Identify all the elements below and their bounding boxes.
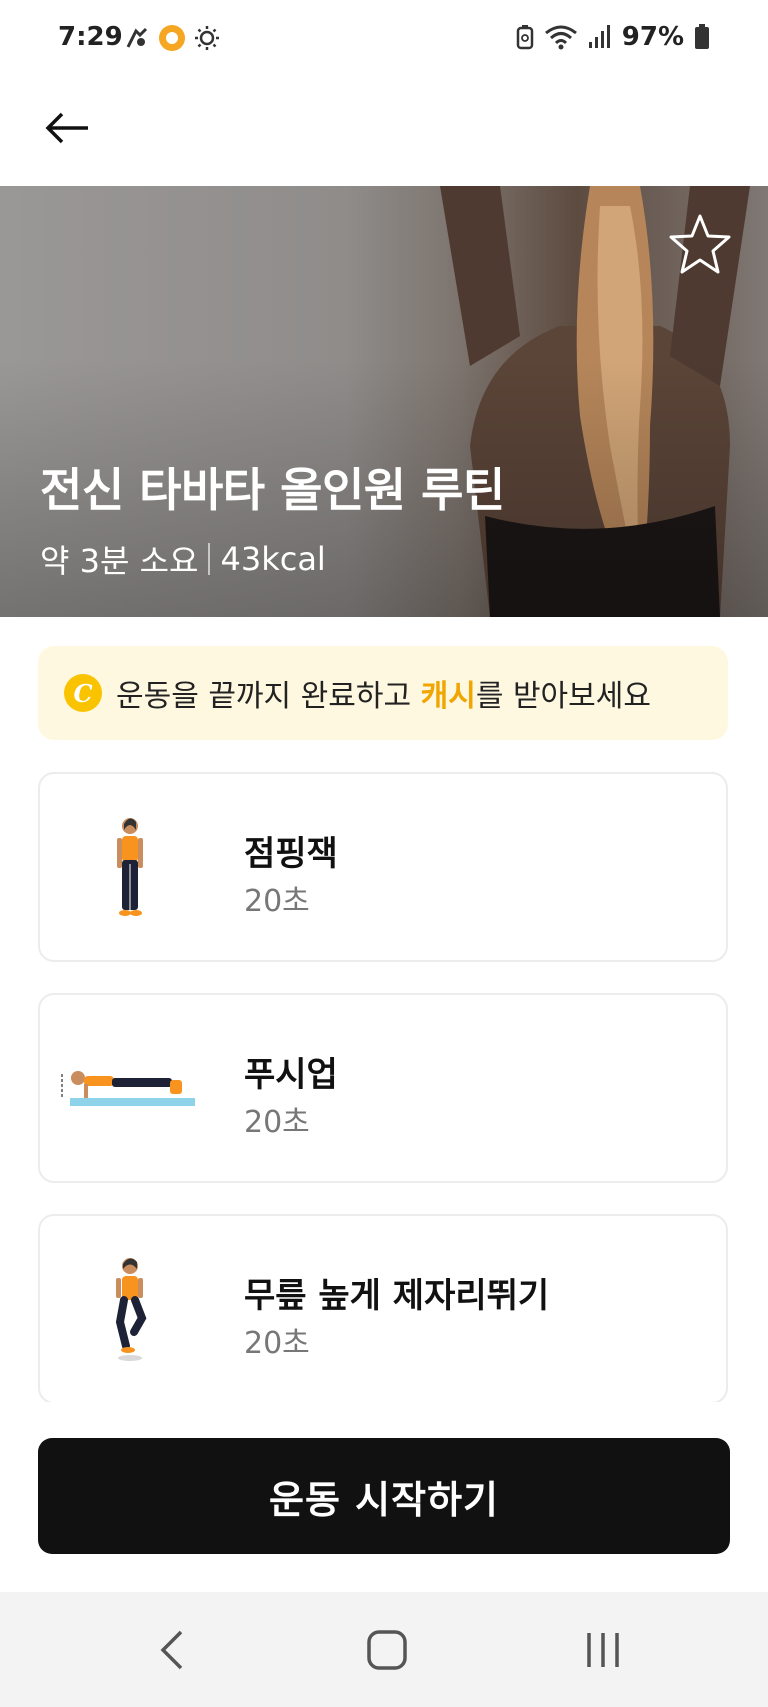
favorite-button[interactable]: [668, 212, 732, 276]
routine-meta: 약 3분 소요 43kcal: [40, 536, 326, 582]
meta-divider: [208, 543, 211, 575]
exercise-duration: 20초: [244, 884, 310, 919]
battery-percentage: 97%: [621, 22, 684, 52]
status-notification-icons: [124, 24, 220, 52]
battery-saver-icon: [516, 25, 534, 50]
cash-coin-icon: C: [64, 674, 102, 712]
system-nav-bar: [0, 1592, 768, 1707]
fitness-notification-icon: [126, 27, 148, 48]
app-notification-icon: [159, 25, 185, 51]
status-system-icons: 97%: [516, 22, 710, 52]
back-nav-icon: [160, 1630, 183, 1670]
exercise-name: 무릎 높게 제자리뛰기: [244, 1276, 550, 1316]
exercise-card[interactable]: 점핑잭 20초: [38, 772, 728, 962]
recents-nav-icon: [587, 1633, 619, 1667]
wifi-icon: [544, 25, 577, 50]
signal-icon: [588, 25, 610, 48]
cash-banner-text: 운동을 끝까지 완료하고 캐시를 받아보세요: [116, 671, 651, 715]
back-nav-button[interactable]: [137, 1620, 207, 1680]
recents-nav-button[interactable]: [568, 1620, 638, 1680]
back-button[interactable]: [40, 100, 96, 156]
exercise-list[interactable]: 점핑잭 20초 푸시업 20초 무릎 높게 제자리뛰기 20초: [38, 772, 730, 1402]
routine-duration: 약 3분 소요: [40, 542, 199, 580]
exercise-name: 푸시업: [244, 1055, 338, 1095]
status-time: 7:29: [58, 22, 123, 52]
exercise-duration: 20초: [244, 1326, 310, 1361]
hero-banner: 전신 타바타 올인원 루틴 약 3분 소요 43kcal: [0, 186, 768, 617]
pushup-figure-icon: [60, 1015, 200, 1165]
exercise-card[interactable]: 푸시업 20초: [38, 993, 728, 1183]
battery-icon: [695, 24, 709, 49]
exercise-card[interactable]: 무릎 높게 제자리뛰기 20초: [38, 1214, 728, 1402]
high-knees-figure-icon: [60, 1236, 200, 1386]
routine-calories: 43kcal: [220, 540, 326, 578]
routine-title: 전신 타바타 올인원 루틴: [40, 463, 505, 517]
start-workout-button[interactable]: 운동 시작하기: [38, 1438, 730, 1554]
exercise-name: 점핑잭: [244, 834, 338, 874]
star-icon: [669, 214, 731, 274]
arrow-left-icon: [45, 112, 88, 144]
cash-text-after: 를 받아보세요: [475, 679, 651, 714]
standing-figure-icon: [60, 794, 200, 944]
cash-text-before: 운동을 끝까지 완료하고: [116, 679, 421, 714]
brightness-icon: [195, 26, 219, 50]
home-nav-button[interactable]: [352, 1620, 422, 1680]
cash-highlight: 캐시: [420, 679, 476, 714]
cash-reward-banner: C 운동을 끝까지 완료하고 캐시를 받아보세요: [38, 646, 728, 740]
home-nav-icon: [367, 1630, 407, 1670]
status-bar: 7:29 97%: [0, 0, 768, 80]
exercise-duration: 20초: [244, 1105, 310, 1140]
